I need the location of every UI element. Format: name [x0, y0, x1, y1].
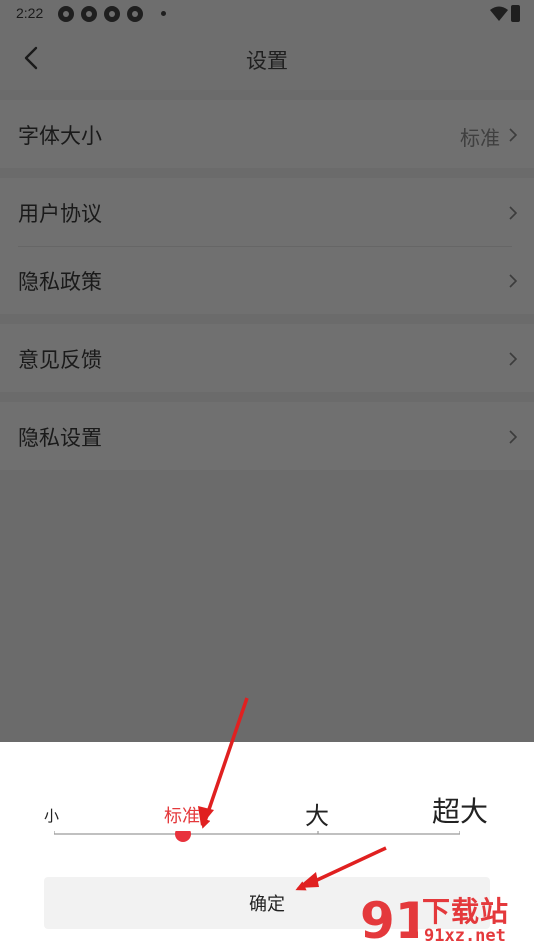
settings-item-label: 用户协议 [18, 202, 102, 226]
watermark-logo-text: 91 [360, 892, 418, 948]
font-size-slider[interactable] [54, 831, 460, 851]
notification-icons [58, 6, 143, 22]
watermark: 91 下载站 91xz.net [358, 890, 528, 948]
notification-icon [104, 6, 120, 22]
settings-group-font: 字体大小 标准 [0, 100, 534, 168]
chevron-right-icon [509, 128, 518, 142]
slider-thumb[interactable] [175, 831, 191, 842]
settings-item-font-size[interactable]: 字体大小 标准 [0, 100, 534, 168]
notification-icon [81, 6, 97, 22]
status-bar: 2:22 [0, 0, 534, 28]
battery-icon [511, 5, 520, 22]
settings-group-privacy: 隐私设置 [0, 402, 534, 470]
notification-icon [127, 6, 143, 22]
title-bar: 设置 [0, 28, 534, 90]
font-size-value: 标准 [460, 126, 500, 150]
notification-icon [58, 6, 74, 22]
font-option-extra-large[interactable]: 超大 [432, 790, 488, 830]
status-time: 2:22 [16, 5, 44, 21]
font-option-standard[interactable]: 标准 [164, 802, 200, 828]
watermark-url: 91xz.net [424, 926, 506, 946]
settings-item-label: 隐私设置 [18, 426, 102, 450]
chevron-right-icon [509, 274, 518, 288]
font-option-small[interactable]: 小 [44, 805, 59, 826]
wifi-icon [490, 6, 508, 21]
watermark-logo-icon: 91 [360, 892, 418, 948]
more-notifications-dot [161, 11, 166, 16]
settings-group-legal: 用户协议 隐私政策 [0, 178, 534, 314]
font-option-large[interactable]: 大 [305, 796, 329, 831]
settings-item-user-agreement[interactable]: 用户协议 [0, 178, 534, 246]
page-title: 设置 [246, 49, 288, 73]
settings-item-label: 隐私政策 [18, 270, 102, 294]
chevron-right-icon [509, 430, 518, 444]
watermark-title: 下载站 [422, 895, 510, 928]
settings-item-privacy-policy[interactable]: 隐私政策 [0, 246, 534, 314]
chevron-right-icon [509, 206, 518, 220]
chevron-right-icon [509, 352, 518, 366]
settings-item-feedback[interactable]: 意见反馈 [0, 324, 534, 392]
settings-item-label: 意见反馈 [18, 348, 102, 372]
settings-item-label: 字体大小 [18, 124, 102, 148]
settings-group-feedback: 意见反馈 [0, 324, 534, 392]
settings-item-privacy-settings[interactable]: 隐私设置 [0, 402, 534, 470]
